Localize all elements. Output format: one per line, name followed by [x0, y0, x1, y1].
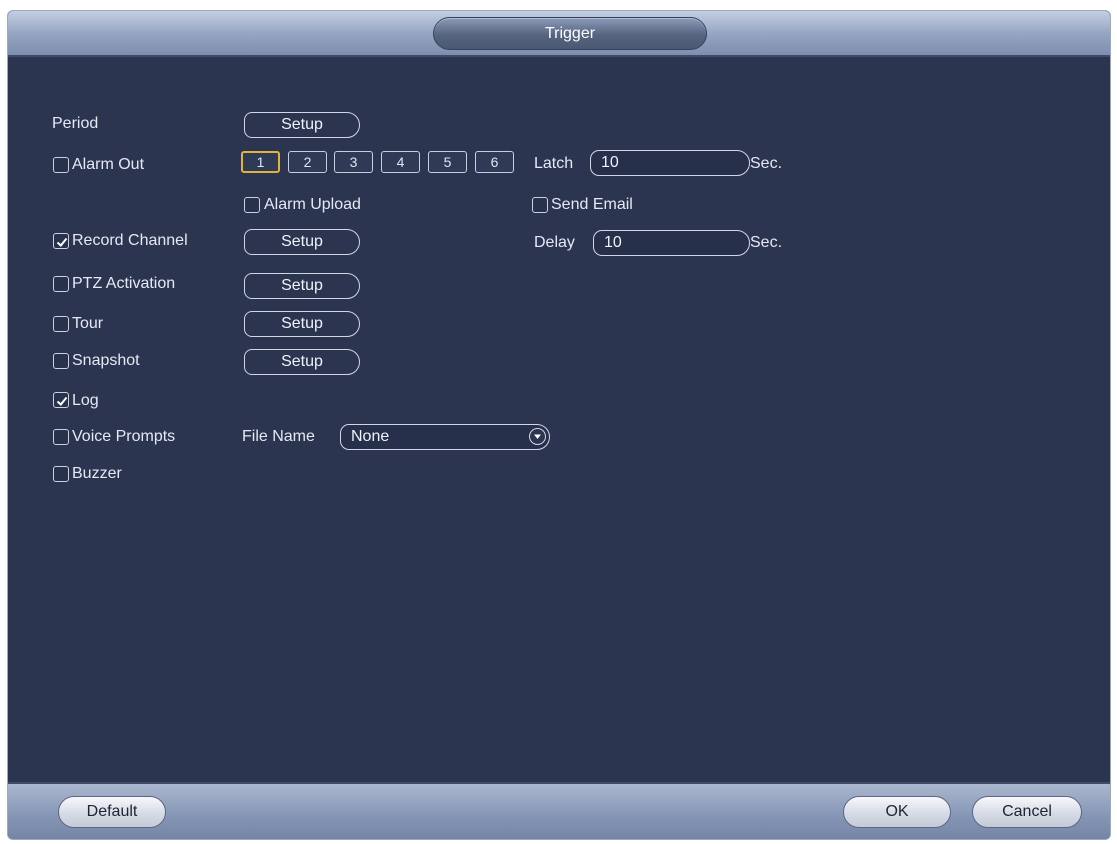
send-email-label: Send Email [551, 196, 633, 213]
ptz-activation-label: PTZ Activation [72, 275, 176, 292]
buzzer-label: Buzzer [72, 465, 122, 482]
alarm-out-channel-1[interactable]: 1 [241, 151, 280, 173]
file-name-label: File Name [242, 428, 315, 445]
send-email-checkbox[interactable] [532, 197, 548, 213]
tour-label: Tour [72, 315, 104, 332]
checkmark-icon [56, 237, 68, 247]
tour-setup-button[interactable]: Setup [244, 311, 360, 337]
file-name-dropdown[interactable]: None [340, 424, 550, 450]
ptz-activation-checkbox[interactable] [53, 276, 69, 292]
period-setup-button[interactable]: Setup [244, 112, 360, 138]
voice-prompts-label: Voice Prompts [72, 428, 176, 445]
checkmark-icon [56, 396, 68, 406]
alarm-out-checkbox[interactable] [53, 157, 69, 173]
period-label: Period [52, 115, 99, 132]
ptz-activation-setup-button[interactable]: Setup [244, 273, 360, 299]
alarm-out-channel-4[interactable]: 4 [381, 151, 420, 173]
chevron-down-icon[interactable] [529, 428, 546, 445]
title-bar: Trigger [8, 11, 1110, 57]
log-label: Log [72, 392, 99, 409]
delay-input[interactable]: 10 [593, 230, 750, 256]
snapshot-label: Snapshot [72, 352, 140, 369]
record-channel-setup-button[interactable]: Setup [244, 229, 360, 255]
latch-input[interactable]: 10 [590, 150, 750, 176]
buzzer-checkbox[interactable] [53, 466, 69, 482]
record-channel-label: Record Channel [72, 232, 188, 249]
record-channel-checkbox[interactable] [53, 233, 69, 249]
tour-checkbox[interactable] [53, 316, 69, 332]
log-checkbox[interactable] [53, 392, 69, 408]
dialog-title: Trigger [433, 17, 707, 50]
latch-unit: Sec. [750, 155, 783, 172]
alarm-out-channel-2[interactable]: 2 [288, 151, 327, 173]
dropdown-arrow-glyph [534, 434, 541, 439]
trigger-dialog: Trigger Period Setup Alarm Out 1 2 3 4 5… [7, 10, 1111, 840]
footer-bar: Default OK Cancel [8, 782, 1110, 839]
latch-label: Latch [534, 155, 574, 172]
cancel-button[interactable]: Cancel [972, 796, 1082, 828]
alarm-out-label: Alarm Out [72, 156, 145, 173]
voice-prompts-checkbox[interactable] [53, 429, 69, 445]
snapshot-checkbox[interactable] [53, 353, 69, 369]
delay-label: Delay [534, 234, 575, 251]
default-button[interactable]: Default [58, 796, 166, 828]
snapshot-setup-button[interactable]: Setup [244, 349, 360, 375]
ok-button[interactable]: OK [843, 796, 951, 828]
alarm-upload-label: Alarm Upload [264, 196, 361, 213]
alarm-out-channel-3[interactable]: 3 [334, 151, 373, 173]
alarm-out-channel-5[interactable]: 5 [428, 151, 467, 173]
alarm-upload-checkbox[interactable] [244, 197, 260, 213]
delay-unit: Sec. [750, 234, 783, 251]
alarm-out-channel-6[interactable]: 6 [475, 151, 514, 173]
